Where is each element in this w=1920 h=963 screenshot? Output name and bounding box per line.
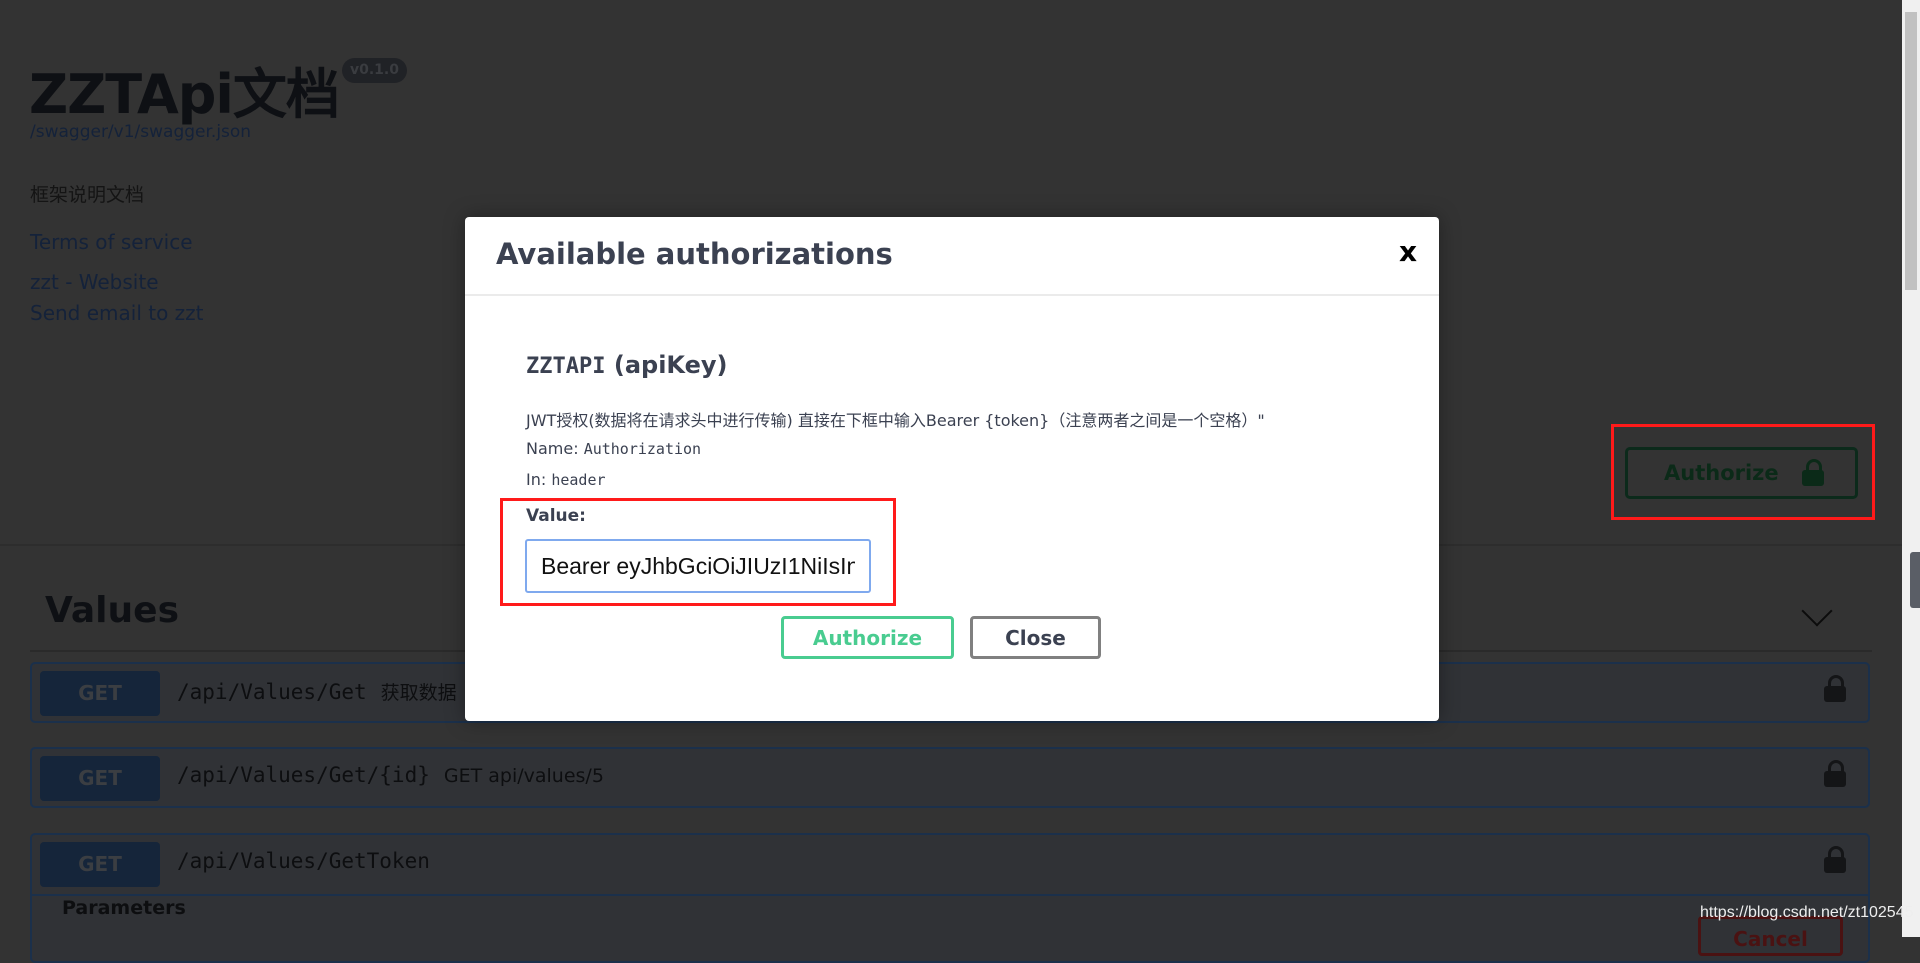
operation-path: /api/Values/Get xyxy=(177,680,367,704)
scrollbar-thumb[interactable] xyxy=(1905,12,1917,290)
api-title: ZZTApi文档 xyxy=(29,63,340,126)
api-description: 框架说明文档 xyxy=(30,184,145,206)
scheme-type: (apiKey) xyxy=(613,351,728,379)
version-badge: v0.1.0 xyxy=(342,58,407,83)
scheme-description: JWT授权(数据将在请求头中进行传输) 直接在下框中输入Bearer {toke… xyxy=(526,411,1265,430)
in-value: header xyxy=(551,471,606,489)
watermark: https://blog.csdn.net/zt102545 xyxy=(1700,904,1914,921)
auth-modal: Available authorizations x ZZTAPI (apiKe… xyxy=(465,217,1439,721)
operation-row[interactable]: GET /api/Values/GetToken Parameters xyxy=(30,833,1870,963)
side-widget xyxy=(1910,552,1920,608)
modal-authorize-button[interactable]: Authorize xyxy=(781,616,954,659)
terms-link[interactable]: Terms of service xyxy=(30,230,193,254)
close-icon[interactable]: x xyxy=(1399,235,1417,268)
operation-path: /api/Values/Get/{id} xyxy=(177,763,430,787)
website-link[interactable]: zzt - Website xyxy=(30,270,159,294)
method-badge: GET xyxy=(40,842,160,887)
parameters-heading: Parameters xyxy=(62,897,186,919)
scheme-name: ZZTAPI xyxy=(526,354,606,379)
operation-summary: 获取数据 xyxy=(380,682,457,704)
operation-summary: GET api/values/5 xyxy=(443,765,604,787)
lock-icon[interactable] xyxy=(1824,760,1846,787)
in-label: In: xyxy=(526,470,547,489)
email-link[interactable]: Send email to zzt xyxy=(30,301,204,325)
lock-icon[interactable] xyxy=(1824,675,1846,702)
method-badge: GET xyxy=(40,756,160,801)
cancel-button[interactable]: Cancel xyxy=(1698,916,1843,956)
operation-path: /api/Values/GetToken xyxy=(177,849,430,873)
operation-row[interactable]: GET /api/Values/Get/{id} GET api/values/5 xyxy=(30,747,1870,808)
divider xyxy=(32,894,1868,896)
method-badge: GET xyxy=(40,671,160,716)
highlight-box xyxy=(1611,424,1875,520)
highlight-box xyxy=(500,498,896,606)
name-label: Name: xyxy=(526,439,579,458)
tag-heading[interactable]: Values xyxy=(45,590,179,631)
spec-url-link[interactable]: /swagger/v1/swagger.json xyxy=(30,122,251,142)
modal-title: Available authorizations xyxy=(496,237,893,271)
chevron-down-icon[interactable] xyxy=(1801,595,1833,627)
lock-icon[interactable] xyxy=(1824,846,1846,873)
modal-close-button[interactable]: Close xyxy=(970,616,1101,659)
name-value: Authorization xyxy=(583,440,702,458)
